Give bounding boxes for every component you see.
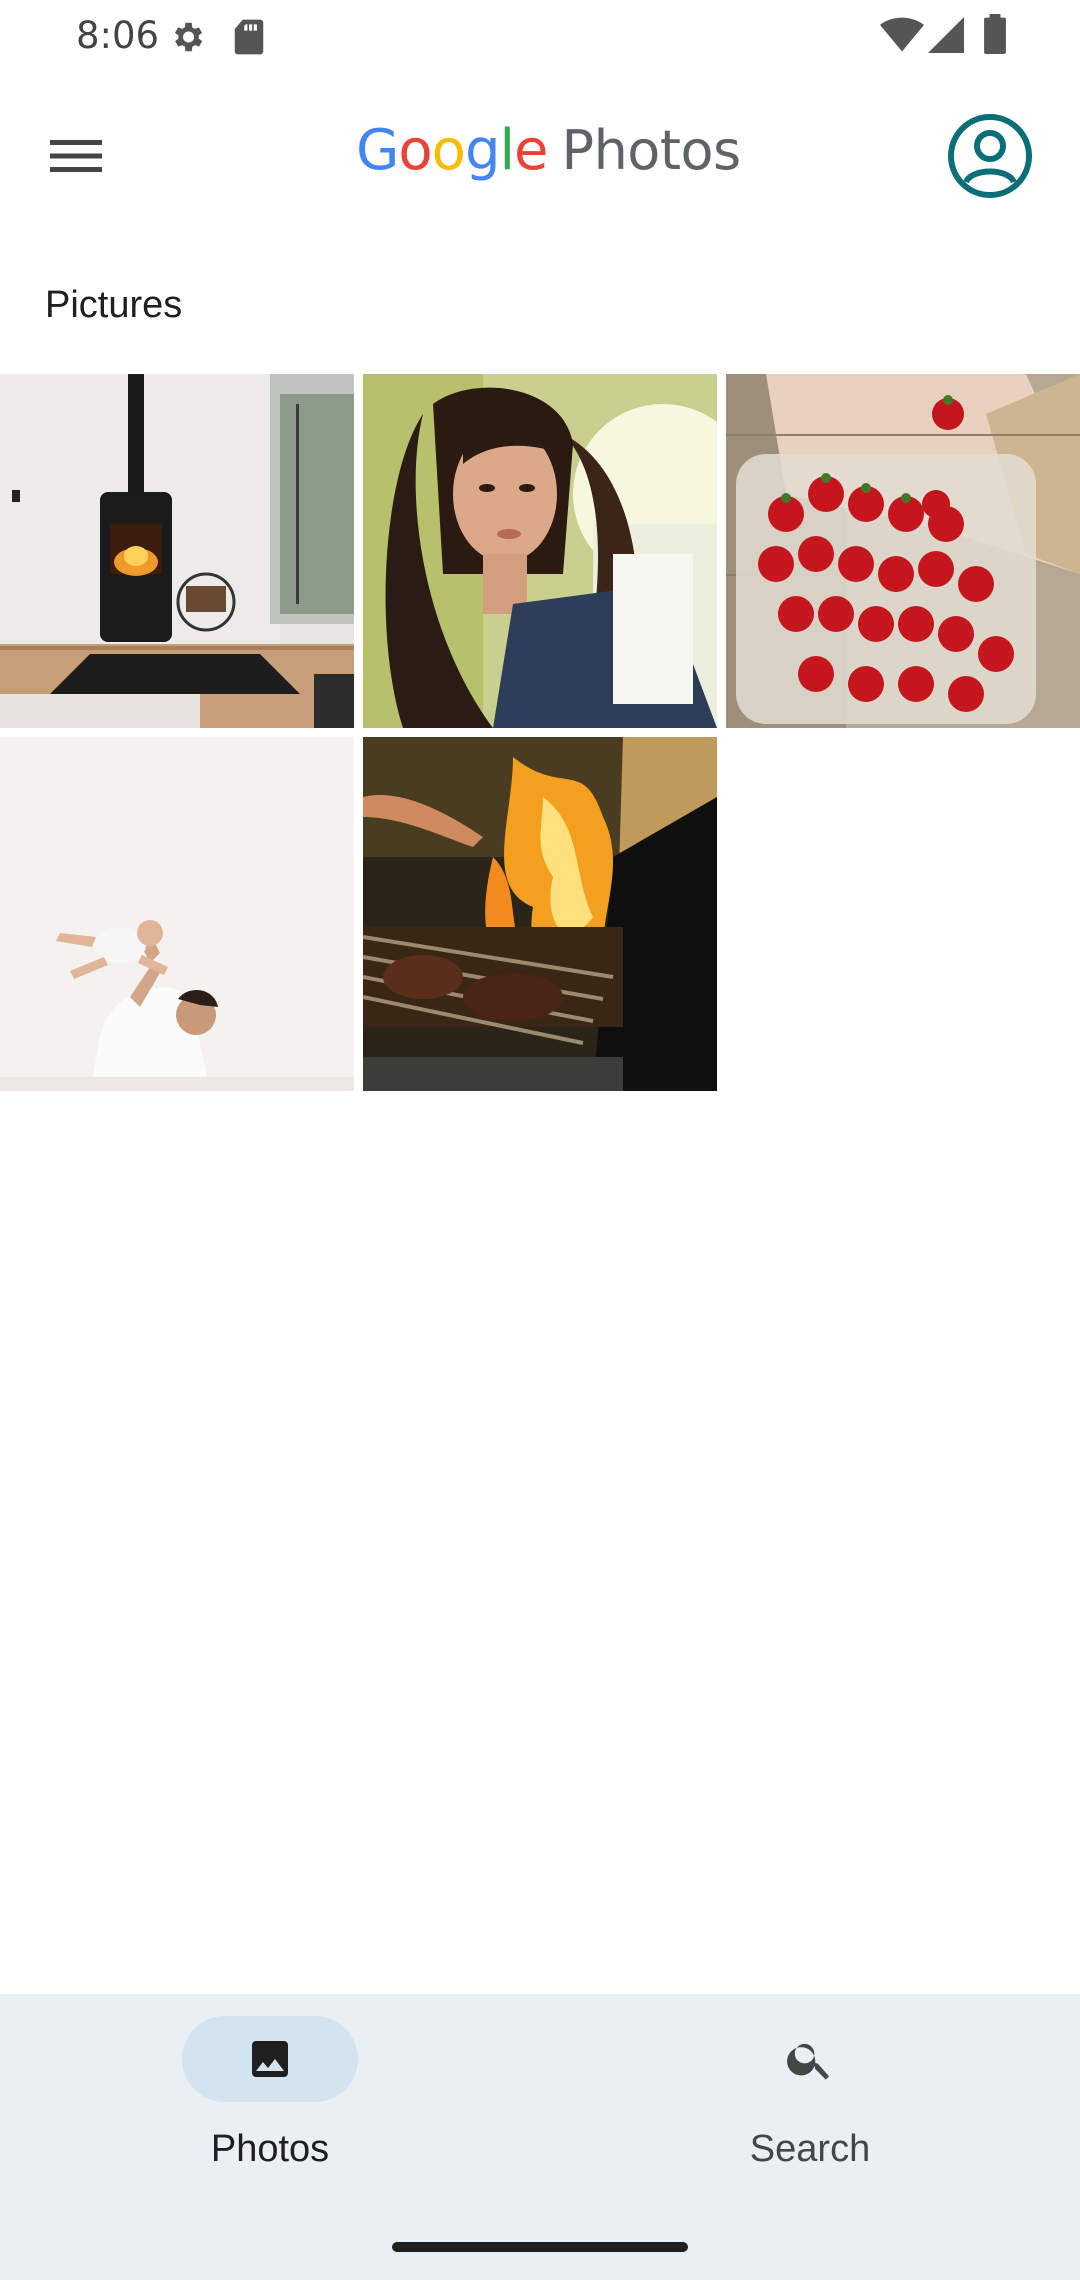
- nav-item-search[interactable]: Search: [630, 2016, 990, 2196]
- product-name: Photos: [561, 119, 742, 182]
- nav-label-search: Search: [749, 2128, 871, 2170]
- photo-thumbnail-grill[interactable]: [363, 737, 717, 1091]
- nav-icon-container: [722, 2016, 898, 2102]
- cellular-signal-icon: [928, 16, 964, 59]
- account-button[interactable]: [946, 112, 1034, 200]
- menu-button[interactable]: [40, 120, 112, 192]
- photo-thumbnail-fireplace[interactable]: [0, 374, 354, 728]
- photo-thumbnail-portrait[interactable]: [363, 374, 717, 728]
- logo-letter: e: [514, 118, 548, 183]
- google-wordmark: G o o g l e: [356, 118, 549, 183]
- status-bar: 8:06: [0, 0, 1080, 70]
- google-photos-logo: G o o g l e Photos: [356, 118, 741, 198]
- app-bar: G o o g l e Photos: [0, 90, 1080, 220]
- account-circle-icon: [948, 114, 1032, 198]
- photo-icon: [252, 2041, 288, 2077]
- nav-label-photos: Photos: [210, 2128, 330, 2170]
- settings-icon: [168, 18, 206, 61]
- logo-letter: l: [499, 118, 515, 183]
- hamburger-menu-icon: [50, 140, 102, 172]
- battery-icon: [984, 14, 1006, 59]
- photo-thumbnail-strawberries[interactable]: [726, 374, 1080, 728]
- home-indicator[interactable]: [392, 2242, 688, 2252]
- status-time: 8:06: [76, 14, 160, 57]
- section-title: Pictures: [45, 284, 183, 326]
- sd-card-icon: [232, 18, 266, 61]
- photo-thumbnail-father-baby[interactable]: [0, 737, 354, 1091]
- nav-active-indicator: [182, 2016, 358, 2102]
- logo-letter: G: [356, 118, 399, 183]
- bottom-navigation: Photos Search: [0, 1994, 1080, 2280]
- wifi-icon: [880, 16, 924, 59]
- logo-letter: o: [431, 118, 466, 183]
- search-icon: [787, 2043, 830, 2080]
- nav-item-photos[interactable]: Photos: [90, 2016, 450, 2196]
- logo-letter: o: [398, 118, 432, 183]
- logo-letter: g: [464, 118, 501, 183]
